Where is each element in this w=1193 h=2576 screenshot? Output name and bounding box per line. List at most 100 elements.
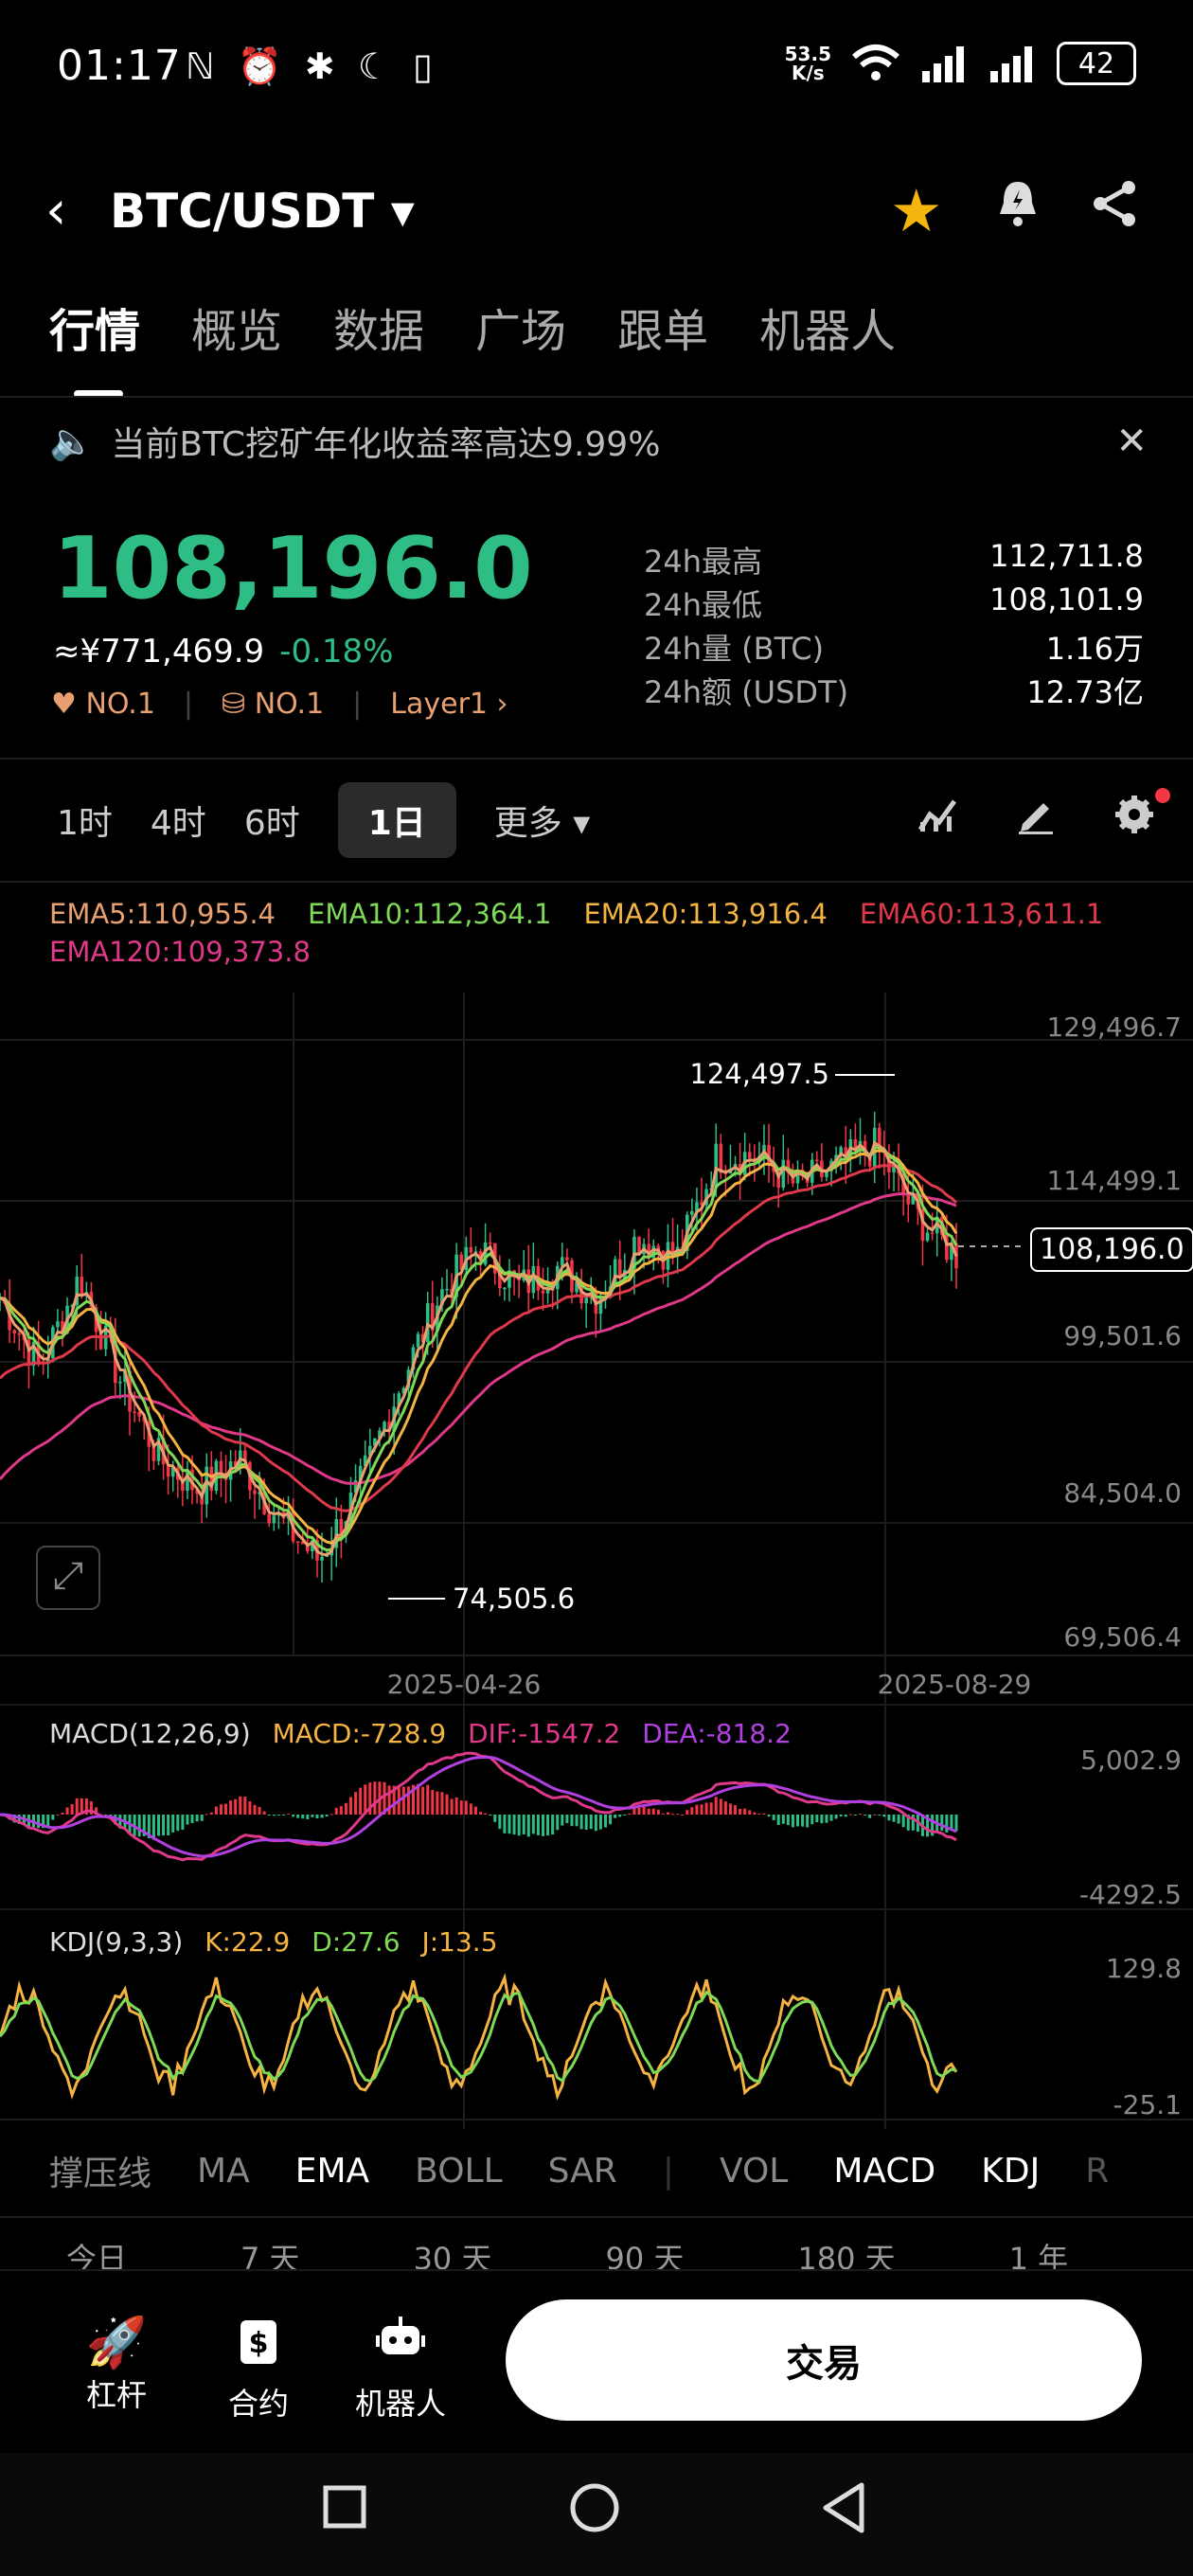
period-4h[interactable]: 4时 <box>151 796 206 845</box>
macd-bar <box>311 1815 314 1817</box>
lever-button[interactable]: 🚀 杠杆 <box>64 2315 169 2415</box>
ind-vol[interactable]: VOL <box>720 2152 788 2191</box>
tab-robot[interactable]: 机器人 <box>759 294 896 360</box>
layer-badge[interactable]: Layer1 › <box>390 688 507 721</box>
trade-button[interactable]: 交易 <box>506 2299 1142 2421</box>
macd-bar <box>440 1792 444 1815</box>
notification-dot <box>1155 788 1170 803</box>
pair-selector[interactable]: BTC/USDT ▾ <box>110 184 415 239</box>
tab-market[interactable]: 行情 <box>49 294 140 398</box>
ind-ma[interactable]: MA <box>197 2152 250 2191</box>
recents-icon[interactable] <box>322 2481 367 2543</box>
ema10-label: EMA10:112,364.1 <box>308 898 552 930</box>
macd-bar <box>700 1804 703 1815</box>
macd-bar <box>791 1815 794 1828</box>
macd-bar <box>681 1814 685 1816</box>
macd-bar <box>623 1815 627 1816</box>
expand-icon[interactable]: ⤢ <box>36 1546 100 1610</box>
macd-bar <box>436 1791 439 1815</box>
macd-bar <box>656 1809 660 1815</box>
range-30d[interactable]: 30 天 <box>414 2235 492 2269</box>
battery-icon: 42 <box>1057 42 1136 85</box>
kdj-ytop: 129.8 <box>1106 1953 1182 1984</box>
range-7d[interactable]: 7 天 <box>240 2235 300 2269</box>
candles <box>0 1111 958 1583</box>
macd-bar <box>878 1815 881 1816</box>
macd-bar <box>287 1814 291 1816</box>
macd-bar <box>709 1802 713 1815</box>
ind-macd[interactable]: MACD <box>833 2152 935 2191</box>
range-today[interactable]: 今日 <box>66 2235 127 2269</box>
macd-bar <box>598 1815 602 1830</box>
macd-bar <box>522 1815 525 1834</box>
macd-bar <box>579 1815 583 1830</box>
macd-bar <box>940 1815 944 1831</box>
ind-ema[interactable]: EMA <box>295 2152 369 2191</box>
tab-overview[interactable]: 概览 <box>191 294 282 360</box>
rank-badge-2[interactable]: ⛁ NO.1 <box>222 688 324 721</box>
period-1d[interactable]: 1日 <box>337 782 456 858</box>
x-axis-labels: 2025-04-26 2025-08-29 <box>387 1669 1032 1700</box>
low-marker: 74,505.6 <box>388 1583 575 1615</box>
macd-bar <box>181 1815 185 1831</box>
period-more[interactable]: 更多 ▾ <box>494 796 591 845</box>
ind-sar[interactable]: SAR <box>548 2152 617 2191</box>
macd-bar <box>614 1815 617 1818</box>
contract-button[interactable]: $ 合约 <box>206 2315 311 2424</box>
tab-data[interactable]: 数据 <box>333 294 424 360</box>
ytick-4: 84,504.0 <box>1063 1477 1182 1509</box>
macd-bar <box>666 1812 669 1815</box>
macd-bar <box>339 1806 343 1815</box>
macd-bar <box>864 1815 867 1816</box>
macd-bar <box>825 1815 828 1823</box>
macd-bar <box>450 1798 454 1815</box>
macd-bar <box>239 1796 242 1815</box>
ytick-1: 129,496.7 <box>1046 1011 1182 1043</box>
macd-bar <box>214 1806 218 1815</box>
ytick-5: 69,506.4 <box>1063 1621 1182 1653</box>
system-nav-bar <box>0 2453 1193 2576</box>
macd-bar <box>219 1804 223 1815</box>
draw-icon[interactable] <box>1015 794 1057 846</box>
candle-body <box>503 1287 507 1290</box>
indicator-icon[interactable] <box>917 794 958 846</box>
close-icon[interactable]: ✕ <box>1115 420 1148 463</box>
header: ‹ BTC/USDT ▾ ★ <box>0 152 1193 265</box>
range-180d[interactable]: 180 天 <box>797 2235 895 2269</box>
period-divider <box>0 881 1193 883</box>
ind-kdj[interactable]: KDJ <box>981 2152 1040 2191</box>
share-icon[interactable] <box>1089 178 1140 242</box>
period-6h[interactable]: 6时 <box>244 796 300 845</box>
period-1h[interactable]: 1时 <box>57 796 113 845</box>
ind-support[interactable]: 撑压线 <box>49 2146 151 2195</box>
macd-bar <box>695 1804 699 1815</box>
settings-icon[interactable] <box>1113 788 1170 846</box>
macd-bar <box>690 1807 694 1815</box>
rank-badge-1[interactable]: ♥ NO.1 <box>51 688 155 721</box>
back-icon[interactable]: ‹ <box>45 180 66 242</box>
kline-chart[interactable]: 129,496.7 114,499.1 99,501.6 84,504.0 69… <box>0 993 1193 2129</box>
kdj-j-line <box>0 1973 958 2101</box>
ind-boll[interactable]: BOLL <box>415 2152 503 2191</box>
range-90d[interactable]: 90 天 <box>605 2235 684 2269</box>
range-1y[interactable]: 1 年 <box>1009 2235 1069 2269</box>
ind-r[interactable]: R <box>1085 2152 1109 2191</box>
ema5-label: EMA5:110,955.4 <box>49 898 276 930</box>
macd-bar <box>426 1784 430 1815</box>
macd-bar <box>618 1815 622 1817</box>
candle-body <box>815 1159 819 1162</box>
macd-bar <box>762 1813 766 1815</box>
candle-body <box>541 1290 545 1294</box>
macd-bar <box>536 1815 540 1835</box>
alert-bell-icon[interactable] <box>992 178 1043 242</box>
macd-bar <box>46 1815 50 1827</box>
notice-bar[interactable]: 🔈 当前BTC挖矿年化收益率高达9.99% ✕ <box>49 417 1148 466</box>
macd-bar <box>253 1804 257 1815</box>
home-icon[interactable] <box>568 2481 621 2548</box>
tab-copytrade[interactable]: 跟单 <box>617 294 708 360</box>
macd-panel: MACD(12,26,9) MACD:-728.9 DIF:-1547.2 DE… <box>0 1718 1182 1910</box>
tab-square[interactable]: 广场 <box>475 294 566 360</box>
star-icon[interactable]: ★ <box>890 176 943 245</box>
robot-button[interactable]: 机器人 <box>348 2315 453 2424</box>
back-nav-icon[interactable] <box>820 2481 867 2548</box>
